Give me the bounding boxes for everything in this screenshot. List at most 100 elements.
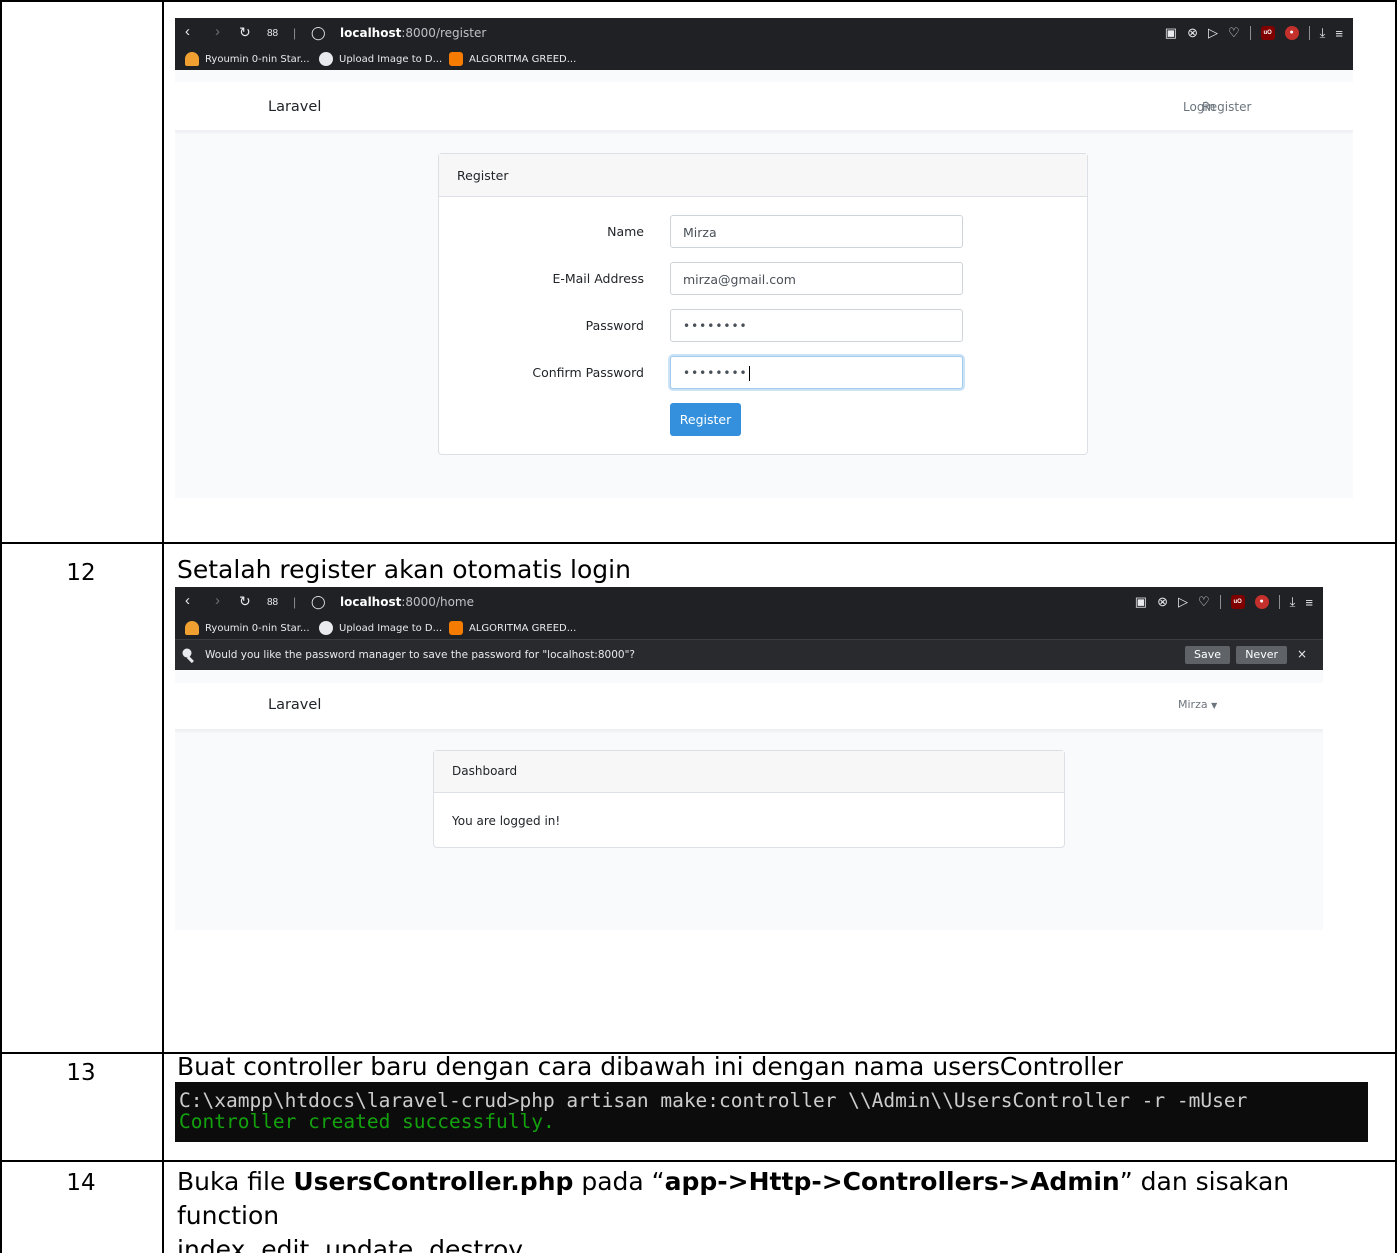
settings-icon[interactable]: ≡ xyxy=(1305,595,1313,610)
caret-down-icon: ▼ xyxy=(1211,701,1218,710)
bookmark-icon xyxy=(319,621,333,635)
browser-toolbar: ‹ › ↻ 88 | ◯ localhost:8000/home ▣ ⊗ ▷ ♡… xyxy=(175,587,1323,617)
email-label: E-Mail Address xyxy=(552,271,644,286)
register-link[interactable]: Register xyxy=(1202,100,1251,114)
back-icon[interactable]: ‹ xyxy=(185,24,190,40)
user-menu[interactable]: Mirza ▼ xyxy=(1178,698,1217,711)
download-icon[interactable]: ⤓ xyxy=(1320,25,1326,41)
camera-icon[interactable]: ▣ xyxy=(1135,594,1147,610)
extension-icon[interactable]: ● xyxy=(1284,26,1299,40)
confirm-password-label: Confirm Password xyxy=(532,365,644,380)
close-icon[interactable]: × xyxy=(1297,647,1307,661)
blogger-icon xyxy=(449,52,463,66)
brand-link[interactable]: Laravel xyxy=(268,697,321,713)
row-number: 13 xyxy=(66,1060,96,1086)
ublock-icon[interactable]: uO xyxy=(1230,595,1245,609)
table-border-right xyxy=(1395,0,1397,1253)
browser-screenshot-register: ‹ › ↻ 88 | ◯ localhost:8000/register ▣ ⊗… xyxy=(175,18,1353,498)
bookmark[interactable]: ALGORITMA GREED... xyxy=(449,52,576,66)
blogger-icon xyxy=(449,621,463,635)
dashboard-card: Dashboard You are logged in! xyxy=(433,750,1065,848)
back-icon[interactable]: ‹ xyxy=(185,593,190,609)
text-caret xyxy=(748,366,750,381)
heart-icon[interactable]: ♡ xyxy=(1228,25,1240,41)
brand-link[interactable]: Laravel xyxy=(268,99,321,115)
separator-icon xyxy=(1249,26,1251,40)
settings-icon[interactable]: ≡ xyxy=(1335,26,1343,41)
name-label: Name xyxy=(607,224,644,239)
reload-icon[interactable]: ↻ xyxy=(239,24,251,40)
terminal-command: C:\xampp\htdocs\laravel-crud>php artisan… xyxy=(179,1089,1248,1112)
confirm-password-field[interactable]: •••••••• xyxy=(670,356,963,389)
separator-icon: | xyxy=(293,595,297,609)
save-password-button[interactable]: Save xyxy=(1184,646,1230,664)
camera-icon[interactable]: ▣ xyxy=(1165,25,1177,41)
filepath: app->Http->Controllers->Admin xyxy=(664,1167,1120,1196)
key-icon xyxy=(182,648,194,663)
browser-screenshot-home: ‹ › ↻ 88 | ◯ localhost:8000/home ▣ ⊗ ▷ ♡… xyxy=(175,587,1323,930)
card-header: Dashboard xyxy=(434,751,1064,793)
row-text: Buat controller baru dengan cara dibawah… xyxy=(177,1052,1123,1081)
row-number: 12 xyxy=(66,560,96,586)
bookmark[interactable]: Upload Image to D... xyxy=(319,52,442,66)
row-text: Buka file UsersController.php pada “app-… xyxy=(177,1167,1290,1253)
email-field[interactable]: mirza@gmail.com xyxy=(670,262,963,295)
bookmark[interactable]: Upload Image to D... xyxy=(319,621,442,635)
bookmark[interactable]: Ryoumin 0-nin Star... xyxy=(185,52,310,66)
browser-toolbar: ‹ › ↻ 88 | ◯ localhost:8000/register ▣ ⊗… xyxy=(175,18,1353,48)
download-icon[interactable]: ⤓ xyxy=(1290,594,1296,610)
heart-icon[interactable]: ♡ xyxy=(1198,594,1210,610)
card-title: Register xyxy=(457,168,509,183)
toolbar-icons: ▣ ⊗ ▷ ♡ uO ● ⤓ ≡ xyxy=(1165,25,1343,41)
table-row-divider xyxy=(0,542,1397,544)
password-prompt: Would you like the password manager to s… xyxy=(205,649,635,661)
card-header: Register xyxy=(439,154,1087,197)
bookmark-icon xyxy=(185,52,199,66)
send-icon[interactable]: ▷ xyxy=(1178,594,1188,610)
forward-icon[interactable]: › xyxy=(215,24,220,40)
register-button[interactable]: Register xyxy=(670,403,741,436)
reload-icon[interactable]: ↻ xyxy=(239,593,251,609)
row-number: 14 xyxy=(66,1170,96,1196)
name-field[interactable]: Mirza xyxy=(670,215,963,248)
bookmark[interactable]: ALGORITMA GREED... xyxy=(449,621,576,635)
card-title: Dashboard xyxy=(452,764,518,778)
laravel-navbar: Laravel Login Register xyxy=(175,82,1353,132)
globe-icon: ◯ xyxy=(311,594,326,609)
bookmark[interactable]: Ryoumin 0-nin Star... xyxy=(185,621,310,635)
terminal-output: C:\xampp\htdocs\laravel-crud>php artisan… xyxy=(175,1082,1368,1142)
bookmarks-bar: Ryoumin 0-nin Star... Upload Image to D.… xyxy=(175,617,1323,639)
never-save-button[interactable]: Never xyxy=(1236,646,1287,664)
block-icon[interactable]: ⊗ xyxy=(1157,594,1168,610)
register-card: Register Name Mirza E-Mail Address mirza… xyxy=(438,153,1088,455)
table-border-col xyxy=(162,0,164,1253)
table-row-divider xyxy=(0,1160,1397,1162)
bookmark-icon xyxy=(319,52,333,66)
separator-icon xyxy=(1278,595,1280,609)
terminal-success: Controller created successfully. xyxy=(179,1110,555,1133)
grid-icon[interactable]: 88 xyxy=(267,26,278,42)
send-icon[interactable]: ▷ xyxy=(1208,25,1218,41)
bookmarks-bar: Ryoumin 0-nin Star... Upload Image to D.… xyxy=(175,48,1353,70)
separator-icon xyxy=(1308,26,1310,40)
filename: UsersController.php xyxy=(293,1167,574,1196)
separator-icon: | xyxy=(293,26,297,40)
password-label: Password xyxy=(585,318,644,333)
globe-icon: ◯ xyxy=(311,25,326,40)
address-bar[interactable]: localhost:8000/register xyxy=(340,26,486,40)
password-field[interactable]: •••••••• xyxy=(670,309,963,342)
block-icon[interactable]: ⊗ xyxy=(1187,25,1198,41)
ublock-icon[interactable]: uO xyxy=(1260,26,1275,40)
grid-icon[interactable]: 88 xyxy=(267,595,278,611)
extension-icon[interactable]: ● xyxy=(1254,595,1269,609)
row-text: Setalah register akan otomatis login xyxy=(177,555,631,584)
laravel-navbar: Laravel Mirza ▼ xyxy=(175,683,1323,731)
table-border-top xyxy=(0,0,1397,2)
password-save-bar: Would you like the password manager to s… xyxy=(175,639,1323,670)
toolbar-icons: ▣ ⊗ ▷ ♡ uO ● ⤓ ≡ xyxy=(1135,594,1313,610)
card-body-text: You are logged in! xyxy=(452,814,561,828)
address-bar[interactable]: localhost:8000/home xyxy=(340,595,474,609)
separator-icon xyxy=(1219,595,1221,609)
forward-icon[interactable]: › xyxy=(215,593,220,609)
bookmark-icon xyxy=(185,621,199,635)
